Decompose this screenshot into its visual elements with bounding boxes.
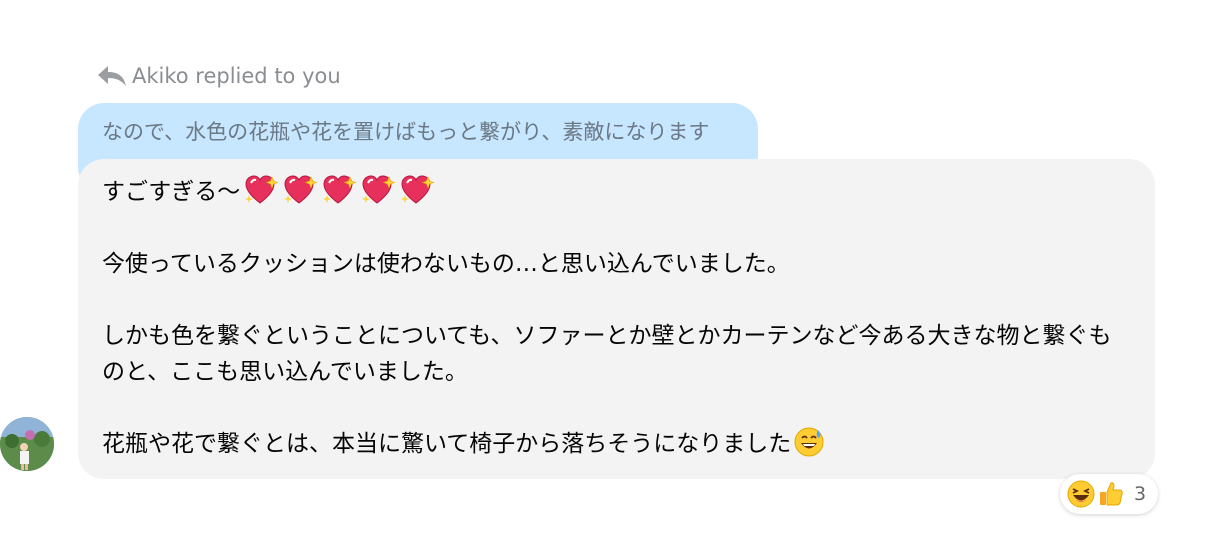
reaction-count: 3 (1134, 483, 1147, 505)
message-thread: Akiko replied to you なので、水色の花瓶や花を置けばもっと繋… (0, 0, 1209, 549)
sparkling-hearts (240, 175, 435, 205)
message-line-1: すごすぎる〜 (102, 174, 1155, 210)
laughing-face-icon (1066, 479, 1096, 509)
sparkling-heart-icon (401, 175, 435, 205)
message-line-4: のと、ここも思い込んでいました。 (102, 359, 468, 385)
quoted-message-text: なので、水色の花瓶や花を置けばもっと繋がり、素敵になります (102, 120, 710, 144)
grinning-sweat-icon (793, 426, 825, 458)
reply-arrow-icon (96, 64, 128, 88)
reply-header-label: Akiko replied to you (132, 64, 341, 88)
message-line-5: 花瓶や花で繋ぐとは、本当に驚いて椅子から落ちそうになりました (102, 426, 1155, 462)
sparkling-heart-icon (323, 175, 357, 205)
sparkling-heart-icon (362, 175, 396, 205)
message-line-5-text: 花瓶や花で繋ぐとは、本当に驚いて椅子から落ちそうになりました (102, 431, 792, 457)
avatar[interactable] (0, 417, 54, 471)
sparkling-heart-icon (284, 175, 318, 205)
thumbs-up-icon (1096, 479, 1126, 509)
sparkling-heart-icon (245, 175, 279, 205)
reply-header: Akiko replied to you (96, 64, 341, 88)
message-bubble[interactable]: すごすぎる〜 今使っているクッションは使わないもの…と思い込んでいました。 しか… (78, 159, 1155, 479)
message-line-2: 今使っているクッションは使わないもの…と思い込んでいました。 (102, 251, 790, 277)
reactions-pill[interactable]: 3 (1060, 474, 1158, 514)
message-line-1-text: すごすぎる〜 (102, 179, 241, 205)
message-line-3: しかも色を繋ぐということについても、ソファーとか壁とかカーテンなど今ある大きな物… (102, 323, 1112, 349)
